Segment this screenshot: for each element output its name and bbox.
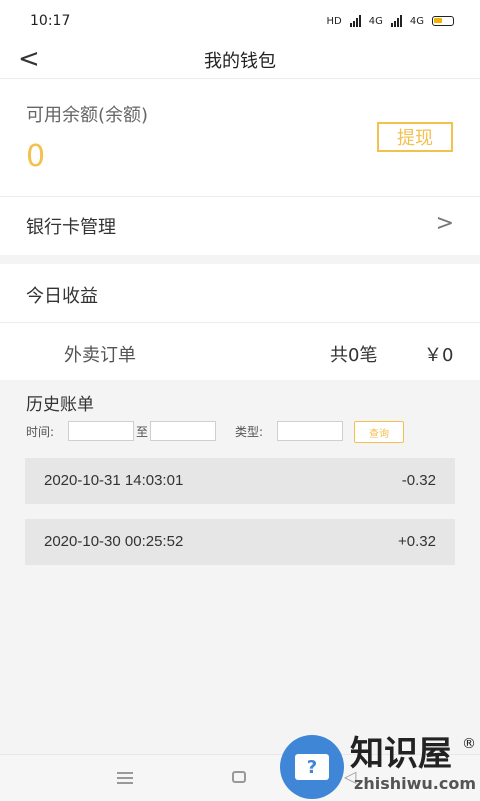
watermark-registered: ® [462,736,476,752]
today-earnings-title: 今日收益 [26,286,98,307]
battery-icon [432,16,454,26]
bill-date: 2020-10-30 00:25:52 [44,533,184,550]
watermark-logo: ? [280,735,344,799]
network-type: HD [326,15,342,27]
page-title: 我的钱包 [204,51,276,72]
watermark-text: 知识屋 [350,734,452,774]
takeout-orders-amount: ￥0 [424,345,454,366]
bank-card-management-row[interactable]: 银行卡管理 > [0,196,480,255]
signal-icon-2 [390,15,402,27]
question-icon: ? [295,754,329,780]
bill-record[interactable]: 2020-10-31 14:03:01 -0.32 [25,458,455,504]
time-label: 时间: [26,425,55,439]
chevron-right-icon: > [435,211,454,236]
end-date-input[interactable] [150,421,216,441]
to-label: 至 [136,425,149,439]
takeout-orders-count: 共0笔 [330,345,378,366]
query-button[interactable]: 查询 [354,421,404,443]
bill-record[interactable]: 2020-10-30 00:25:52 +0.32 [25,519,455,565]
balance-card: 可用余额(余额) 0 提现 [0,79,480,196]
signal-label-1: 4G [368,15,383,27]
signal-icon [349,15,361,27]
signal-label-2: 4G [409,15,424,27]
divider [0,322,480,323]
balance-value: 0 [26,139,46,174]
status-bar: 10:17 HD 4G 4G [0,0,480,42]
bill-amount: +0.32 [398,533,436,550]
today-earnings-card: 今日收益 外卖订单 共0笔 ￥0 [0,264,480,380]
nav-bar: < 我的钱包 [0,42,480,79]
type-input[interactable] [277,421,343,441]
history-title: 历史账单 [26,395,94,415]
home-icon[interactable] [232,771,246,783]
watermark-url: zhishiwu.com [354,774,476,793]
status-icons: HD 4G 4G [327,15,454,27]
bill-date: 2020-10-31 14:03:01 [44,472,184,489]
menu-icon[interactable] [117,772,133,784]
back-icon[interactable]: < [18,46,40,72]
withdraw-button[interactable]: 提现 [377,122,453,152]
bill-amount: -0.32 [401,472,436,489]
status-time: 10:17 [30,13,71,29]
balance-label: 可用余额(余额) [26,105,149,126]
takeout-orders-label: 外卖订单 [64,345,136,366]
bank-card-label: 银行卡管理 [26,217,116,238]
type-label: 类型: [235,425,264,439]
start-date-input[interactable] [68,421,134,441]
history-filter: 时间: 至 类型: 查询 [26,421,456,443]
